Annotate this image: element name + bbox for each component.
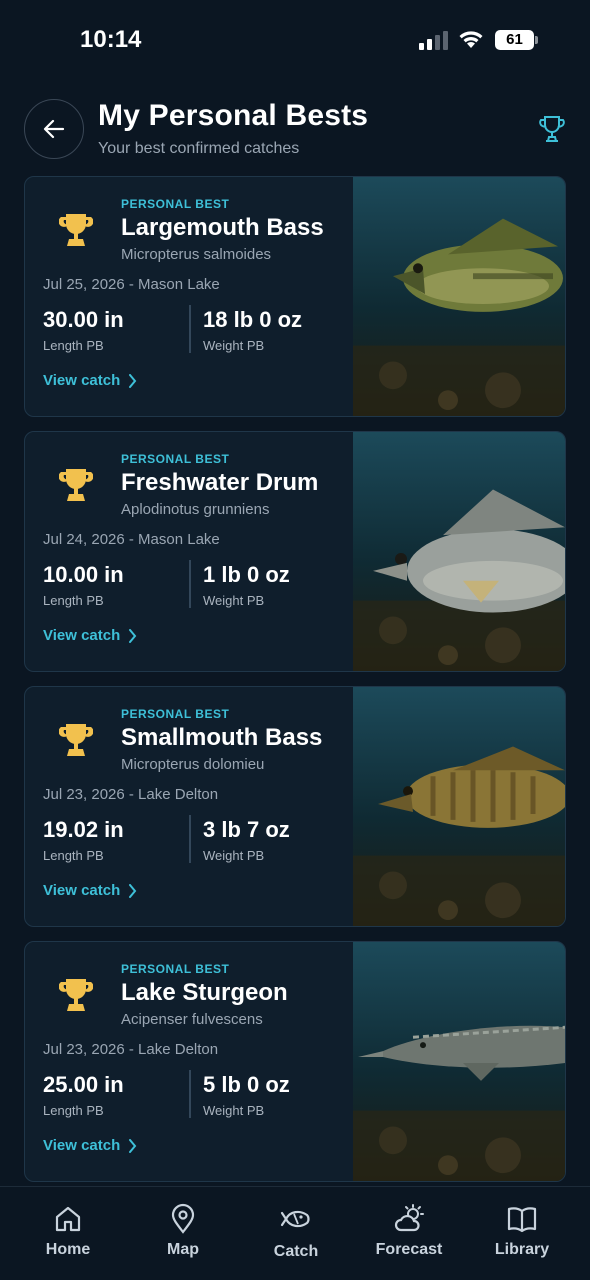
length-value: 19.02 in [43, 817, 124, 842]
length-value: 10.00 in [43, 562, 124, 587]
pb-card[interactable]: PERSONAL BEST Largemouth Bass Micropteru… [24, 176, 566, 417]
cellular-signal-icon [419, 31, 448, 50]
length-label: Length PB [43, 338, 104, 353]
nav-forecast[interactable]: Forecast [359, 1203, 459, 1265]
species-name: Largemouth Bass [121, 214, 324, 241]
species-name: Lake Sturgeon [121, 979, 288, 1006]
pb-card[interactable]: PERSONAL BEST Freshwater Drum Aplodinotu… [24, 431, 566, 672]
trophy-icon[interactable] [538, 114, 566, 144]
weight-value: 3 lb 7 oz [203, 817, 290, 842]
scientific-name: Micropterus salmoides [121, 246, 272, 263]
view-catch-label: View catch [43, 627, 121, 644]
weight-value: 5 lb 0 oz [203, 1072, 290, 1097]
scientific-name: Aplodinotus grunniens [121, 501, 270, 518]
length-label: Length PB [43, 593, 104, 608]
largemouth-bass-photo [353, 177, 565, 416]
weight-label: Weight PB [203, 338, 265, 353]
species-name: Smallmouth Bass [121, 724, 323, 751]
catch-date-location: Jul 24, 2026 - Mason Lake [43, 531, 220, 548]
catch-date-location: Jul 23, 2026 - Lake Delton [43, 1041, 219, 1058]
personal-best-badge: PERSONAL BEST [121, 197, 230, 211]
book-icon [507, 1207, 537, 1233]
map-pin-icon [171, 1203, 195, 1234]
chevron-right-icon [129, 1138, 137, 1153]
chevron-right-icon [129, 628, 137, 643]
weight-label: Weight PB [203, 848, 265, 863]
nav-catch[interactable]: Catch [246, 1203, 346, 1265]
weight-label: Weight PB [203, 1103, 265, 1118]
back-button[interactable] [24, 99, 84, 159]
home-icon [55, 1206, 81, 1232]
scientific-name: Micropterus dolomieu [121, 756, 265, 773]
chevron-right-icon [129, 373, 137, 388]
nav-map-label: Map [167, 1241, 199, 1258]
view-catch-link[interactable]: View catch [43, 882, 137, 899]
view-catch-link[interactable]: View catch [43, 627, 137, 644]
battery-icon: 61 [495, 30, 539, 50]
stat-divider [189, 560, 191, 608]
pb-card[interactable]: PERSONAL BEST Lake Sturgeon Acipenser fu… [24, 941, 566, 1182]
weather-icon [394, 1204, 424, 1232]
status-time: 10:14 [80, 26, 142, 53]
species-name: Freshwater Drum [121, 469, 319, 496]
weight-value: 18 lb 0 oz [203, 307, 303, 332]
nav-library[interactable]: Library [472, 1203, 572, 1265]
fish-icon [280, 1210, 310, 1228]
wifi-icon [459, 31, 483, 48]
pb-card[interactable]: PERSONAL BEST Smallmouth Bass Micropteru… [24, 686, 566, 927]
catch-date-location: Jul 23, 2026 - Lake Delton [43, 786, 219, 803]
page-subtitle: Your best confirmed catches [98, 140, 300, 157]
trophy-icon [58, 977, 94, 1013]
length-value: 25.00 in [43, 1072, 124, 1097]
battery-level: 61 [495, 30, 534, 50]
trophy-icon [58, 212, 94, 248]
nav-home[interactable]: Home [18, 1203, 118, 1265]
stat-divider [189, 1070, 191, 1118]
stat-divider [189, 305, 191, 353]
trophy-icon [58, 467, 94, 503]
page-title: My Personal Bests [98, 99, 369, 132]
chevron-right-icon [129, 883, 137, 898]
stat-divider [189, 815, 191, 863]
view-catch-link[interactable]: View catch [43, 372, 137, 389]
smallmouth-bass-photo [353, 687, 565, 926]
nav-library-label: Library [494, 1241, 550, 1258]
status-bar: 10:14 61 [0, 0, 590, 80]
length-value: 30.00 in [43, 307, 124, 332]
arrow-left-icon [43, 119, 65, 139]
trophy-icon [58, 722, 94, 758]
view-catch-label: View catch [43, 882, 121, 899]
bottom-nav: Home Map Catch Forecast Library [0, 1186, 590, 1280]
personal-best-badge: PERSONAL BEST [121, 452, 230, 466]
personal-best-badge: PERSONAL BEST [121, 707, 230, 721]
length-label: Length PB [43, 848, 104, 863]
scientific-name: Acipenser fulvescens [121, 1011, 263, 1028]
view-catch-label: View catch [43, 1137, 121, 1154]
nav-forecast-label: Forecast [375, 1241, 443, 1258]
personal-best-badge: PERSONAL BEST [121, 962, 230, 976]
length-label: Length PB [43, 1103, 104, 1118]
catch-date-location: Jul 25, 2026 - Mason Lake [43, 276, 220, 293]
lake-sturgeon-photo [353, 942, 565, 1181]
nav-catch-label: Catch [273, 1243, 319, 1260]
nav-home-label: Home [45, 1241, 91, 1258]
view-catch-link[interactable]: View catch [43, 1137, 137, 1154]
freshwater-drum-photo [353, 432, 565, 671]
weight-label: Weight PB [203, 593, 265, 608]
weight-value: 1 lb 0 oz [203, 562, 290, 587]
view-catch-label: View catch [43, 372, 121, 389]
nav-map[interactable]: Map [133, 1203, 233, 1265]
